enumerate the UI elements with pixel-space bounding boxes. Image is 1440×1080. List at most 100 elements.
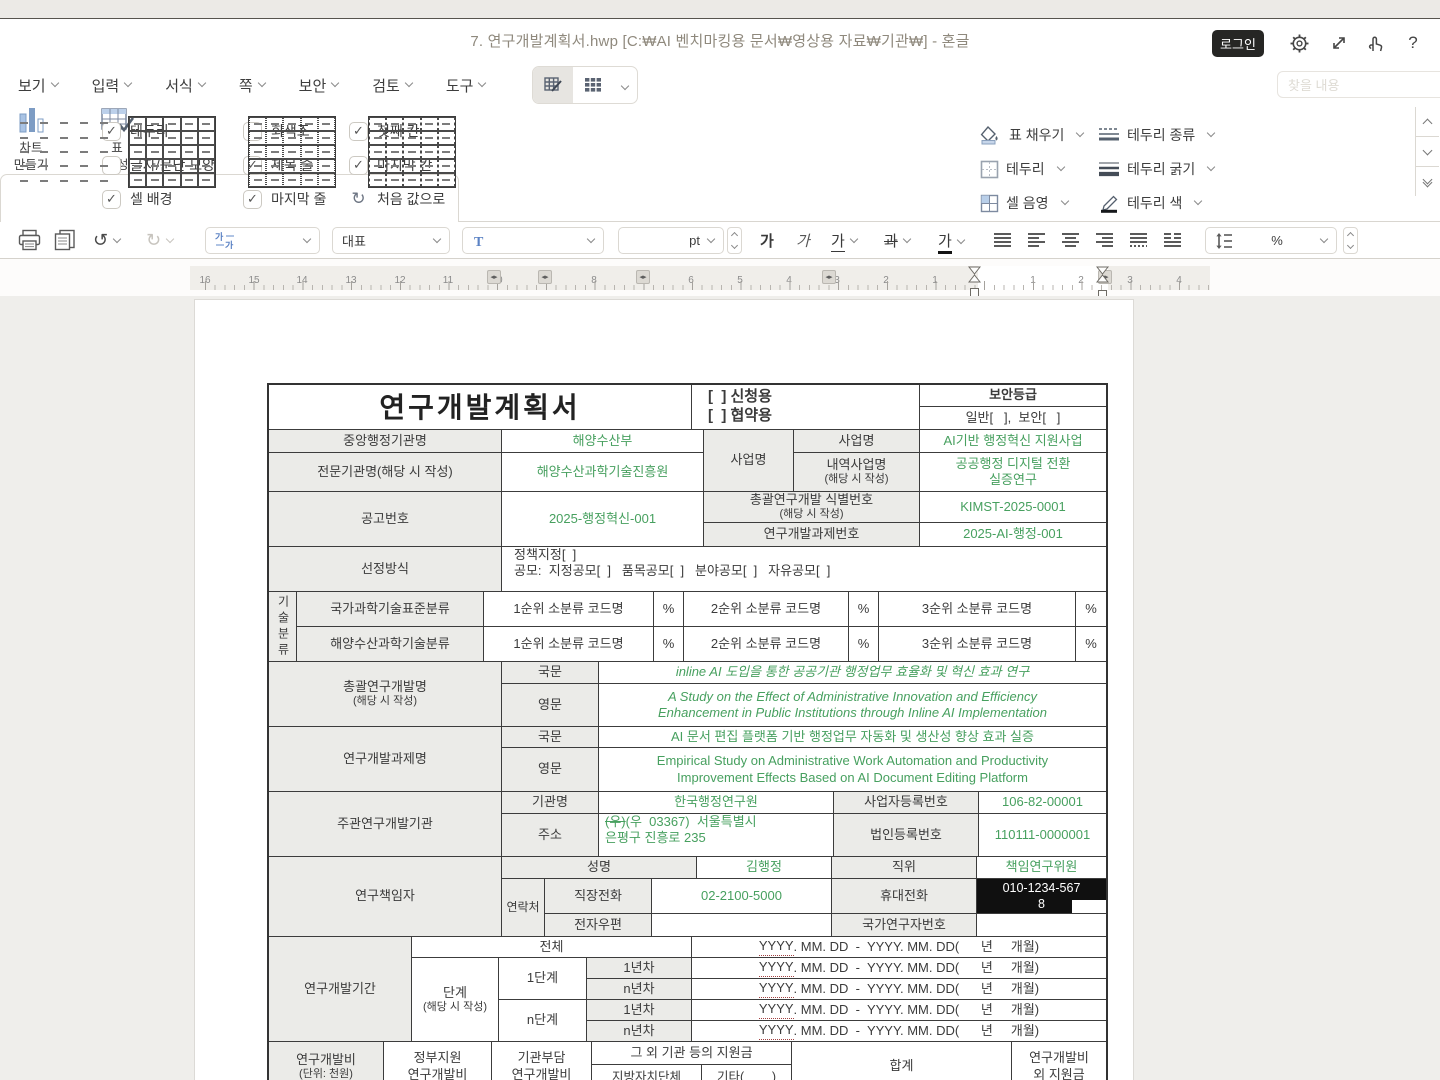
font-color-button[interactable]: 가 — [938, 230, 964, 254]
tech-code2-cell[interactable]: 2순위 소분류 코드명 — [684, 627, 849, 662]
border-color-button[interactable]: 테두리 색 — [1098, 190, 1201, 216]
period-total-label-cell[interactable]: 전체 — [412, 937, 692, 958]
address-value-cell[interactable]: (우)(우 03367) 서울특별시 은평구 진흥로 235 — [599, 814, 834, 857]
org-name-label-cell[interactable]: 기관명 — [502, 792, 599, 814]
menu-view[interactable]: 보기 — [18, 75, 58, 96]
align-justify-button[interactable] — [993, 232, 1012, 247]
font-size-dropdown[interactable]: pt — [618, 227, 724, 254]
table-style-none[interactable] — [14, 116, 114, 188]
central-agency-value-cell[interactable]: 해양수산부 — [502, 430, 704, 453]
menu-security[interactable]: 보안 — [299, 75, 339, 96]
tech-code1-cell[interactable]: 1순위 소분류 코드명 — [484, 627, 654, 662]
gallery-more-button[interactable] — [1416, 167, 1439, 196]
cell-shading-button[interactable]: 셀 음영 — [980, 190, 1068, 216]
border-thickness-button[interactable]: 테두리 굵기 — [1098, 156, 1214, 182]
print-button[interactable] — [18, 229, 41, 251]
period-value-cell[interactable]: YYYY. MM. DD - YYYY. MM. DD( 년 개월) — [692, 979, 1106, 1000]
tech-pct3-cell[interactable]: % — [1076, 627, 1106, 662]
align-center-button[interactable] — [1061, 232, 1080, 247]
presentation-hand-icon[interactable] — [1364, 32, 1386, 54]
researcher-id-value-cell[interactable] — [977, 914, 1106, 937]
line-spacing-dropdown[interactable]: % — [1205, 227, 1337, 254]
pi-position-label-cell[interactable]: 직위 — [832, 857, 977, 879]
business-no-value-cell[interactable]: 106-82-00001 — [979, 792, 1106, 814]
line-spacing-stepper[interactable] — [1343, 227, 1358, 254]
project-no-label-cell[interactable]: 연구개발과제번호 — [704, 523, 920, 547]
outline-style-dropdown[interactable]: 대표 — [332, 227, 450, 254]
korean-label-cell[interactable]: 국문 — [502, 662, 599, 684]
cell-border-button[interactable]: 테두리 — [980, 156, 1064, 182]
work-phone-value-cell[interactable]: 02-2100-5000 — [652, 879, 832, 914]
project-korean-title-cell[interactable]: AI 문서 편집 플랫폼 기반 행정업무 자동화 및 생산성 향상 효과 실증 — [599, 727, 1106, 748]
overall-rnd-name-label-cell[interactable]: 총괄연구개발명(해당 시 작성) — [269, 662, 502, 727]
stepper-down[interactable] — [728, 241, 741, 254]
ruler-bar[interactable]: 16 15 14 13 12 11 10 9 8 7 6 5 4 3 2 1 1… — [190, 266, 1210, 290]
stepper-up[interactable] — [1344, 228, 1357, 241]
menu-input[interactable]: 입력 — [92, 75, 132, 96]
project-no-value-cell[interactable]: 2025-AI-행정-001 — [920, 523, 1106, 547]
tech-code2-cell[interactable]: 2순위 소분류 코드명 — [684, 592, 849, 627]
period-stage-label-cell[interactable]: 단계(해당 시 작성) — [412, 958, 499, 1042]
font-size-stepper[interactable] — [727, 227, 742, 254]
tech-pct1-cell[interactable]: % — [654, 627, 684, 662]
menu-format[interactable]: 서식 — [165, 75, 205, 96]
indent-marker-left[interactable] — [968, 266, 981, 290]
redo-button[interactable]: ↻ — [146, 230, 173, 251]
pi-position-value-cell[interactable]: 책임연구위원 — [977, 857, 1106, 879]
specialized-agency-value-cell[interactable]: 해양수산과학기술진흥원 — [502, 453, 704, 492]
mobile-value-cell[interactable]: 010-1234-567 8 — [977, 879, 1106, 914]
project-name-label-cell[interactable]: 연구개발과제명 — [269, 727, 502, 792]
announcement-no-value-cell[interactable]: 2025-행정혁신-001 — [502, 492, 704, 547]
menu-review[interactable]: 검토 — [372, 75, 412, 96]
project-english-title-cell[interactable]: Empirical Study on Administrative Work A… — [599, 748, 1106, 792]
bold-button[interactable]: 가 — [760, 230, 774, 251]
reset-to-default-button[interactable]: ↻ 처음 값으로 — [349, 188, 445, 210]
yearn-label-cell[interactable]: n년차 — [587, 1021, 692, 1042]
underline-button[interactable]: 가 — [831, 230, 857, 252]
column-grip[interactable]: ◂▸ — [487, 270, 501, 284]
tech-pct2-cell[interactable]: % — [849, 627, 879, 662]
tech-class-vertical-label-cell[interactable]: 기술분류 — [269, 592, 297, 662]
table-grid-mode-button[interactable] — [573, 67, 613, 103]
selection-method-label-cell[interactable]: 선정방식 — [269, 547, 502, 592]
budget-label-cell[interactable]: 연구개발비(단위: 천원) — [269, 1042, 384, 1080]
strikethrough-button[interactable]: 과 — [884, 230, 910, 251]
central-agency-label-cell[interactable]: 중앙행정기관명 — [269, 430, 502, 453]
column-grip[interactable]: ◂▸ — [636, 270, 650, 284]
other-etc-cell[interactable]: 기타( ) — [702, 1065, 792, 1080]
selection-method-value-cell[interactable]: 정책지정[ ] 공모: 지정공모[ ] 품목공모[ ] 분야공모[ ] 자유공모… — [502, 547, 1106, 592]
email-value-cell[interactable] — [652, 914, 832, 937]
tech-pct1-cell[interactable]: % — [654, 592, 684, 627]
budget-total-cell[interactable]: 합계 — [792, 1042, 1012, 1080]
stepper-up[interactable] — [728, 228, 741, 241]
table-style-dotted[interactable] — [248, 116, 336, 188]
align-left-button[interactable] — [1027, 232, 1046, 247]
search-input[interactable]: 찾을 내용 — [1277, 71, 1440, 98]
period-value-cell[interactable]: YYYY. MM. DD - YYYY. MM. DD( 년 개월) — [692, 1000, 1106, 1021]
tech-code1-cell[interactable]: 1순위 소분류 코드명 — [484, 592, 654, 627]
detail-program-label-cell[interactable]: 내역사업명(해당 시 작성) — [794, 453, 920, 492]
corp-no-value-cell[interactable]: 110111-0000001 — [979, 814, 1106, 857]
english-label-cell[interactable]: 영문 — [502, 748, 599, 792]
print-preview-button[interactable] — [54, 229, 76, 251]
address-label-cell[interactable]: 주소 — [502, 814, 599, 857]
program-name-label-cell[interactable]: 사업명 — [794, 430, 920, 453]
checkbox-cell-background[interactable]: 셀 배경 — [102, 188, 173, 210]
security-grade-options-cell[interactable]: 일반[ ], 보안[ ] — [920, 407, 1106, 430]
detail-program-value-cell[interactable]: 공공행정 디지털 전환실증연구 — [920, 453, 1106, 492]
period-total-value-cell[interactable]: YYYY. MM. DD - YYYY. MM. DD( 년 개월) — [692, 937, 1106, 958]
stage1-label-cell[interactable]: 1단계 — [499, 958, 587, 1000]
menu-page[interactable]: 쪽 — [239, 75, 265, 96]
researcher-id-label-cell[interactable]: 국가연구자번호 — [832, 914, 977, 937]
menu-tools[interactable]: 도구 — [446, 75, 486, 96]
tech-code3-cell[interactable]: 3순위 소분류 코드명 — [879, 627, 1076, 662]
overall-korean-title-cell[interactable]: inline AI 도입을 통한 공공기관 행정업무 효율화 및 혁신 효과 연… — [599, 662, 1106, 684]
pi-name-label-cell[interactable]: 성명 — [502, 857, 697, 879]
checkbox-last-row[interactable]: 마지막 줄 — [243, 188, 326, 210]
year1-label-cell[interactable]: 1년차 — [587, 958, 692, 979]
table-mode-dropdown[interactable] — [613, 76, 637, 94]
non-budget-support-cell[interactable]: 연구개발비외 지원금 — [1012, 1042, 1106, 1080]
tech-code3-cell[interactable]: 3순위 소분류 코드명 — [879, 592, 1076, 627]
table-style-all-borders[interactable] — [128, 116, 216, 188]
overall-id-value-cell[interactable]: KIMST-2025-0001 — [920, 492, 1106, 523]
